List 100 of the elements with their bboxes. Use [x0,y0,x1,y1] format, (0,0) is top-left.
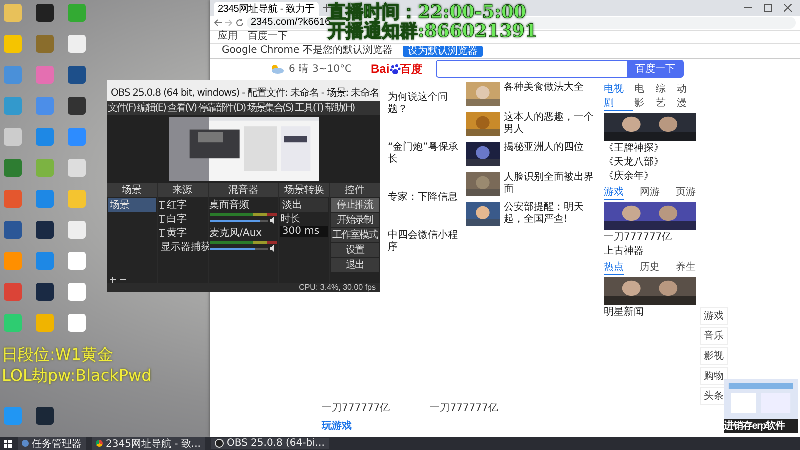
app-icon[interactable] [68,66,86,84]
scene-item[interactable]: 场景 [108,198,156,212]
taskbar-item[interactable]: OBS 25.0.8 (64-bi... [210,438,329,449]
news-headline[interactable]: 专家：下降信息 [388,192,460,204]
category-tab[interactable]: 热点 [604,260,624,275]
news-headline[interactable]: “金门炮”粤保承长 [388,142,460,166]
list-link[interactable]: 上古神器 [604,246,696,258]
text-icon [158,201,165,209]
app-icon[interactable] [4,128,22,146]
duration-field[interactable]: 300 ms [280,226,328,237]
news-headline[interactable]: 公安部提醒：明天起，全国严查! [504,202,598,226]
control-button[interactable]: 设置 [331,243,379,257]
minus-icon[interactable] [120,277,126,283]
category-tab[interactable]: 养生 [676,260,696,275]
link[interactable]: 一刀777777亿 [322,401,390,415]
channel-name: 桌面音频 [210,198,251,212]
control-button[interactable]: 退出 [331,258,379,272]
text-icon [158,215,165,223]
toolbar-item[interactable]: 游戏 [700,307,728,325]
app-icon[interactable] [36,407,54,425]
app-icon[interactable] [36,221,54,239]
app-icon[interactable] [68,314,86,332]
toolbar-item[interactable]: 音乐 [700,327,728,345]
menu-item[interactable]: 查看(V) [166,101,198,115]
app-icon[interactable] [4,221,22,239]
menu-item[interactable]: 编辑(E) [136,101,167,115]
default-browser-button[interactable]: 设为默认浏览器 [402,46,483,56]
logo-text: Bai [371,62,390,76]
window-title: OBS 25.0.8 (64 bit, windows) - 配置文件: 未命名 - 场景: 未命名 [111,88,380,99]
app-icon[interactable] [36,4,54,22]
back-icon[interactable] [214,19,222,27]
taskbar-item[interactable]: 任务管理器 [18,436,86,450]
toolbar-item[interactable]: 购物 [700,367,728,385]
menu-item[interactable]: 帮助(H) [324,101,356,115]
reload-icon[interactable] [236,19,244,27]
toolbar-item[interactable]: 影视 [700,347,728,365]
category-tab[interactable]: 综艺 [656,82,675,111]
logo-text: 百度 [400,62,423,76]
list-link[interactable]: 《王牌神探》 [604,143,696,155]
app-icon[interactable] [36,35,54,53]
app-icon[interactable] [68,35,86,53]
news-headline[interactable]: 为何说这个问题？ [388,92,460,116]
section-title: 玩游戏 [322,420,353,433]
search-button[interactable]: 百度一下 [628,60,684,78]
transition-dropdown[interactable]: 淡出 [280,198,328,212]
news-headline[interactable]: 这本人的恶趣，一个男人 [504,112,598,136]
close-icon[interactable] [784,4,792,12]
panel-title: 混音器 [208,183,278,197]
overlay-text: 日段位:W1黄金 [2,345,114,366]
app-icon[interactable] [4,314,22,332]
menu-item[interactable]: 文件(F) [107,101,137,115]
control-button[interactable]: 停止推流 [331,198,379,212]
app-icon[interactable] [68,159,86,177]
list-link[interactable]: 《天龙八部》 [604,157,696,169]
app-icon[interactable] [4,35,22,53]
news-headline[interactable]: 揭秘亚洲人的四位 [504,142,598,166]
news-headline[interactable]: 各种美食做法大全 [504,82,598,106]
app-icon[interactable] [36,314,54,332]
category-tab[interactable]: 页游 [676,185,696,200]
list-link[interactable]: 一刀777777亿 [604,232,696,244]
app-icon[interactable] [4,4,22,22]
menu-item[interactable]: 工具(T) [294,101,324,115]
browser-tab[interactable]: 2345网址导航 - 致力于 [214,2,319,16]
forward-icon[interactable] [225,19,233,27]
source-item[interactable]: 白字 [166,212,187,226]
app-icon[interactable] [68,252,86,270]
source-item[interactable]: 红字 [166,198,187,212]
news-headline[interactable]: 人脸识别全面被出界面 [504,172,598,196]
app-icon[interactable] [68,97,86,115]
app-icon[interactable] [4,159,22,177]
category-tab[interactable]: 电影 [634,82,654,111]
bookmark[interactable]: 百度一下 [248,31,288,43]
list-link[interactable]: 《庆余年》 [604,171,696,183]
app-icon[interactable] [36,283,54,301]
ad-banner[interactable]: 进销存erp软件 [724,379,798,433]
app-icon[interactable] [68,221,86,239]
search-field[interactable] [436,60,628,78]
infobar-message: Google Chrome 不是您的默认浏览器 [222,45,393,57]
link[interactable]: 一刀777777亿 [430,401,498,415]
bookmark[interactable]: 应用 [218,31,238,43]
duration-label: 时长 [280,212,302,226]
category-tab[interactable]: 网游 [640,185,660,200]
source-item[interactable]: 黄字 [166,226,187,240]
menu-item[interactable]: 停靠部件(D) [197,101,246,115]
menu-item[interactable]: 场景集合(S) [246,101,294,115]
windows-start-icon[interactable] [4,440,12,448]
ad-text: 进销存erp软件 [724,420,786,433]
weather-text: 6 晴 [289,64,309,74]
category-tab[interactable]: 动漫 [676,82,696,111]
list-link[interactable]: 明星新闻 [604,307,696,319]
category-tab[interactable]: 电视剧 [604,82,633,111]
maximize-icon[interactable] [764,4,772,12]
category-tab[interactable]: 历史 [640,260,660,275]
control-button[interactable]: 开始录制 [331,213,379,227]
taskbar-item[interactable]: 2345网址导航 - 致... [92,436,205,450]
app-icon[interactable] [68,283,86,301]
control-button[interactable]: 工作室模式 [331,228,379,242]
panel-title: 场景 [107,183,157,197]
news-headline[interactable]: 中四会微信小程序 [388,230,460,254]
category-tab[interactable]: 游戏 [604,185,624,200]
